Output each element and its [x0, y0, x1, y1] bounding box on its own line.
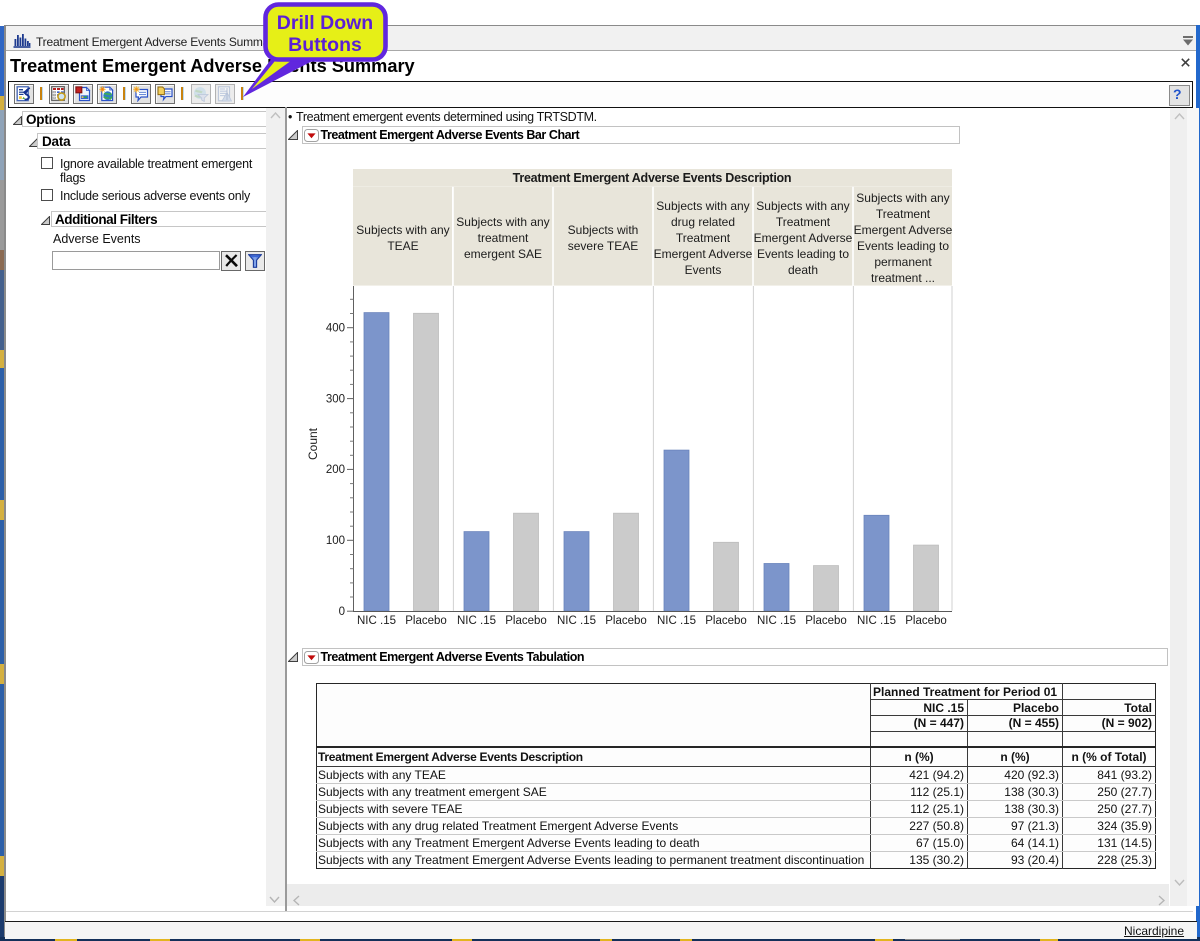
svg-text:Treatment: Treatment: [876, 207, 931, 221]
svg-text:300: 300: [326, 393, 345, 405]
svg-text:Events: Events: [685, 263, 722, 277]
svg-text:Placebo: Placebo: [705, 615, 747, 627]
svg-text:NIC .15: NIC .15: [357, 615, 396, 627]
svg-text:Emergent Adverse: Emergent Adverse: [654, 247, 753, 261]
svg-text:death: death: [788, 263, 818, 277]
svg-text:Placebo: Placebo: [805, 615, 847, 627]
svg-text:Count: Count: [306, 427, 320, 460]
svg-text:Events leading to: Events leading to: [757, 247, 849, 261]
svg-text:200: 200: [326, 464, 345, 476]
svg-text:Events leading to: Events leading to: [857, 239, 949, 253]
svg-text:Treatment: Treatment: [676, 231, 731, 245]
svg-text:NIC .15: NIC .15: [757, 615, 796, 627]
svg-text:0: 0: [339, 606, 345, 618]
svg-text:NIC .15: NIC .15: [857, 615, 896, 627]
svg-text:Emergent Adverse: Emergent Adverse: [854, 223, 953, 237]
svg-text:Placebo: Placebo: [505, 615, 547, 627]
svg-text:Placebo: Placebo: [605, 615, 647, 627]
svg-text:Subjects with any: Subjects with any: [856, 191, 949, 205]
svg-text:Buttons: Buttons: [288, 34, 362, 56]
svg-text:Emergent Adverse: Emergent Adverse: [754, 231, 853, 245]
svg-text:NIC .15: NIC .15: [457, 615, 496, 627]
svg-text:NIC .15: NIC .15: [557, 615, 596, 627]
svg-text:treatment ...: treatment ...: [871, 271, 935, 285]
svg-text:Subjects with any: Subjects with any: [656, 199, 749, 213]
svg-text:TEAE: TEAE: [387, 239, 418, 253]
svg-text:Subjects with: Subjects with: [568, 223, 639, 237]
svg-text:treatment: treatment: [478, 231, 529, 245]
svg-text:NIC .15: NIC .15: [657, 615, 696, 627]
svg-text:Treatment Emergent Adverse Eve: Treatment Emergent Adverse Events Descri…: [513, 171, 792, 185]
svg-text:Placebo: Placebo: [405, 615, 447, 627]
svg-text:Drill Down: Drill Down: [277, 12, 373, 34]
svg-text:Subjects with any: Subjects with any: [756, 199, 849, 213]
svg-text:severe TEAE: severe TEAE: [568, 239, 638, 253]
svg-text:Treatment: Treatment: [776, 215, 831, 229]
svg-text:400: 400: [326, 323, 345, 335]
svg-text:100: 100: [326, 535, 345, 547]
svg-text:drug related: drug related: [671, 215, 735, 229]
svg-text:Subjects with any: Subjects with any: [456, 215, 549, 229]
svg-text:Placebo: Placebo: [905, 615, 947, 627]
svg-text:Subjects with any: Subjects with any: [356, 223, 449, 237]
svg-text:permanent: permanent: [874, 255, 932, 269]
svg-text:emergent SAE: emergent SAE: [464, 247, 542, 261]
